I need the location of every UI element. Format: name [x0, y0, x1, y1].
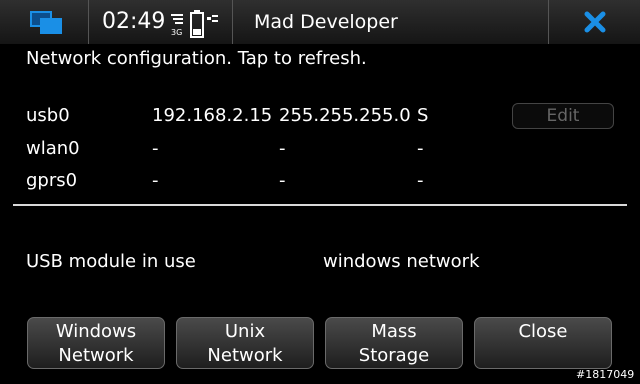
- interface-row: usb0 192.168.2.15 255.255.255.0 S Edit: [0, 103, 640, 131]
- app-title: Mad Developer: [254, 11, 398, 33]
- interface-flag: -: [417, 138, 424, 159]
- mass-storage-button[interactable]: Mass Storage: [325, 317, 463, 369]
- button-label: Unix: [224, 321, 266, 342]
- interface-name: wlan0: [26, 138, 80, 159]
- status-bar: 02:49 3G Mad Developer: [0, 0, 640, 44]
- task-switcher-icon[interactable]: [30, 11, 62, 34]
- edit-button[interactable]: Edit: [512, 103, 614, 129]
- interface-name: usb0: [26, 105, 70, 126]
- refresh-hint[interactable]: Network configuration. Tap to refresh.: [26, 48, 367, 69]
- interface-netmask: -: [279, 138, 286, 159]
- button-label: Mass: [371, 321, 417, 342]
- button-label: Windows: [55, 321, 137, 342]
- interface-netmask: -: [279, 170, 286, 191]
- usb-module-value: windows network: [323, 251, 480, 272]
- usb-icon: [207, 15, 218, 22]
- button-label: Storage: [358, 345, 430, 366]
- battery-icon: [190, 10, 204, 38]
- signal-icon: [171, 14, 183, 24]
- button-label: Network: [58, 345, 134, 366]
- interface-ip: 192.168.2.15: [152, 105, 273, 126]
- button-label: Close: [518, 321, 568, 342]
- interface-row: wlan0 - - -: [0, 138, 640, 164]
- status-separator: [232, 0, 233, 44]
- windows-network-button[interactable]: Windows Network: [27, 317, 165, 369]
- unix-network-button[interactable]: Unix Network: [176, 317, 314, 369]
- interface-flag: -: [417, 170, 424, 191]
- close-icon[interactable]: [583, 10, 607, 34]
- usb-module-label: USB module in use: [26, 251, 196, 272]
- close-button[interactable]: Close: [474, 317, 612, 369]
- interface-name: gprs0: [26, 170, 78, 191]
- status-separator: [88, 0, 89, 44]
- divider: [13, 204, 627, 206]
- interface-flag: S: [417, 105, 429, 126]
- interface-row: gprs0 - - -: [0, 170, 640, 196]
- network-type: 3G: [171, 28, 183, 37]
- interface-netmask: 255.255.255.0: [279, 105, 411, 126]
- clock: 02:49: [102, 9, 166, 34]
- interface-ip: -: [152, 138, 159, 159]
- button-label: Network: [207, 345, 283, 366]
- interface-ip: -: [152, 170, 159, 191]
- watermark: #1817049: [576, 368, 635, 381]
- status-separator: [548, 0, 549, 44]
